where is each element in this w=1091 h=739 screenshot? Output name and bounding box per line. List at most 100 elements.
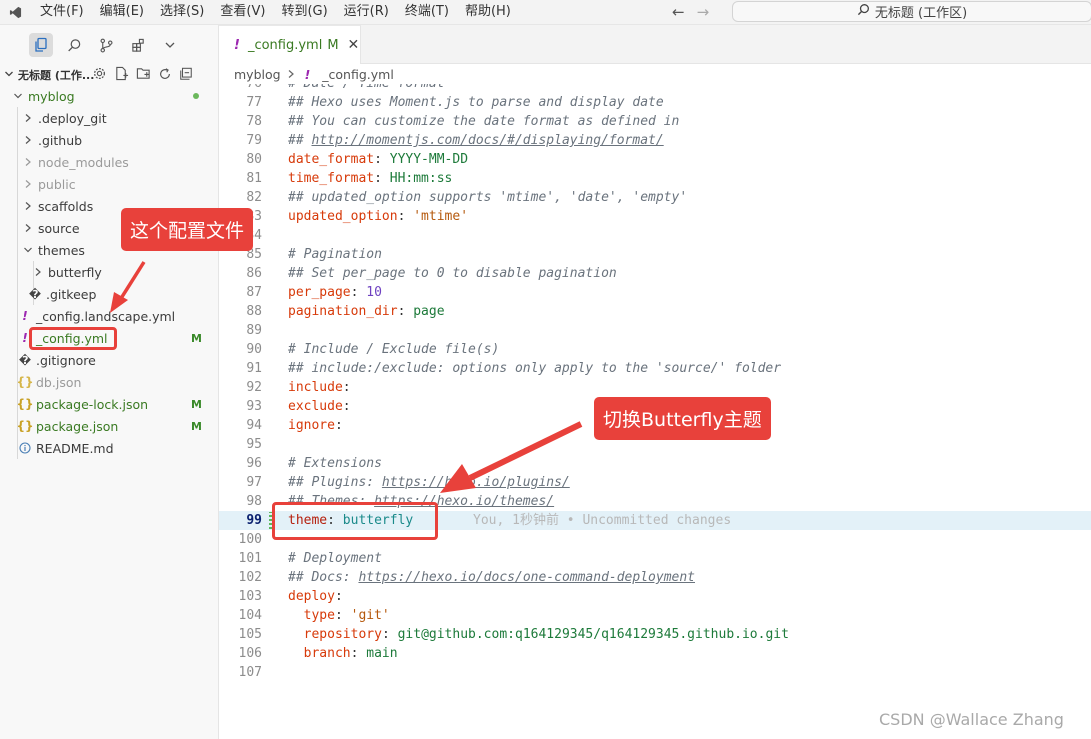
code-line[interactable]: 87 per_page: 10 xyxy=(219,283,1091,302)
chevron-right-icon xyxy=(287,67,295,82)
chevron-right-icon xyxy=(22,157,34,167)
tree-item-readme[interactable]: README.md xyxy=(0,437,236,459)
unknown-file-icon: � xyxy=(18,353,32,367)
menu-item[interactable]: 编辑(E) xyxy=(92,0,152,24)
editor-tab-strip: ! _config.yml M ✕ xyxy=(219,25,1091,64)
code-line[interactable]: 86 ## Set per_page to 0 to disable pagina… xyxy=(219,264,1091,283)
code-token: : xyxy=(350,646,367,661)
info-icon xyxy=(18,442,32,454)
code-line[interactable]: 82 ## updated_option supports 'mtime', 'd… xyxy=(219,188,1091,207)
tree-item-config-landscape[interactable]: ! _config.landscape.yml xyxy=(0,305,236,327)
code-line[interactable]: 88 pagination_dir: page xyxy=(219,302,1091,321)
tree-item-db-json[interactable]: {} db.json xyxy=(0,371,236,393)
code-line[interactable]: 97 ## Plugins: https://hexo.io/plugins/ xyxy=(219,473,1091,492)
command-center[interactable]: 无标题 (工作区) xyxy=(732,1,1091,22)
explorer-files-icon[interactable] xyxy=(29,33,53,57)
code-line[interactable]: 77 ## Hexo uses Moment.js to parse and di… xyxy=(219,93,1091,112)
code-token: ## xyxy=(288,133,312,148)
tree-item-deploy-git[interactable]: .deploy_git xyxy=(0,107,240,129)
code-line[interactable]: 83 updated_option: 'mtime' xyxy=(219,207,1091,226)
code-line[interactable]: 89 xyxy=(219,321,1091,340)
yaml-file-icon: ! xyxy=(22,309,28,323)
code-line[interactable]: 107 xyxy=(219,663,1091,682)
tree-item-public[interactable]: public xyxy=(0,173,240,195)
code-text: time_format: HH:mm:ss xyxy=(288,169,452,188)
workspace-header[interactable]: 无标题 (工作... xyxy=(0,65,218,85)
tree-item-label: .deploy_git xyxy=(38,110,107,126)
tree-item-myblog[interactable]: myblog xyxy=(0,85,230,107)
tree-item-gitkeep[interactable]: � .gitkeep xyxy=(0,283,246,305)
code-line[interactable]: 84 xyxy=(219,226,1091,245)
tree-item-gitignore[interactable]: � .gitignore xyxy=(0,349,236,371)
menu-item[interactable]: 运行(R) xyxy=(336,0,397,24)
code-line[interactable]: 105 repository: git@github.com:q16412934… xyxy=(219,625,1091,644)
code-line[interactable]: 91 ## include:/exclude: options only appl… xyxy=(219,359,1091,378)
code-line[interactable]: 96 # Extensions xyxy=(219,454,1091,473)
tree-item-package-json[interactable]: {} package.json M xyxy=(0,415,236,437)
menu-item[interactable]: 选择(S) xyxy=(152,0,212,24)
new-file-icon[interactable] xyxy=(114,66,129,84)
code-line[interactable]: 79 ## http://momentjs.com/docs/#/displayi… xyxy=(219,131,1091,150)
tree-item-butterfly[interactable]: butterfly xyxy=(0,261,250,283)
code-text: ## Set per_page to 0 to disable paginati… xyxy=(288,264,617,283)
collapse-all-icon[interactable] xyxy=(179,67,193,84)
line-number: 94 xyxy=(246,418,262,433)
tree-item-package-lock[interactable]: {} package-lock.json M xyxy=(0,393,236,415)
code-text: ## include:/exclude: options only apply … xyxy=(288,359,781,378)
code-line[interactable]: 104 type: 'git' xyxy=(219,606,1091,625)
code-text: date_format: YYYY-MM-DD xyxy=(288,150,468,169)
menu-item[interactable]: 文件(F) xyxy=(32,0,92,24)
new-folder-icon[interactable] xyxy=(136,66,151,84)
code-line[interactable]: 90 # Include / Exclude file(s) xyxy=(219,340,1091,359)
breadcrumb-file[interactable]: _config.yml xyxy=(322,67,394,82)
breadcrumb-folder[interactable]: myblog xyxy=(234,67,281,82)
tree-item-github[interactable]: .github xyxy=(0,129,240,151)
tab-label: _config.yml xyxy=(247,37,323,53)
menu-item[interactable]: 转到(G) xyxy=(273,0,335,24)
chevron-right-icon xyxy=(22,223,34,233)
yaml-file-icon: ! xyxy=(304,66,311,82)
code-line[interactable]: 106 branch: main xyxy=(219,644,1091,663)
code-token: https://hexo.io/plugins/ xyxy=(381,475,570,490)
code-text: # Include / Exclude file(s) xyxy=(288,340,499,359)
back-arrow-icon[interactable]: ← xyxy=(672,3,685,21)
watermark: CSDN @Wallace Zhang xyxy=(879,710,1064,729)
code-line[interactable]: 92 include: xyxy=(219,378,1091,397)
line-number: 87 xyxy=(246,285,262,300)
code-token: 'mtime' xyxy=(413,209,469,224)
refresh-icon[interactable] xyxy=(158,67,172,84)
search-icon[interactable] xyxy=(64,35,84,55)
code-line[interactable]: 76 # Date / Time format xyxy=(219,84,1091,93)
line-number: 103 xyxy=(238,589,262,604)
callout-config-file: 这个配置文件 xyxy=(121,208,254,251)
source-control-icon[interactable] xyxy=(96,35,116,55)
code-line[interactable]: 102 ## Docs: https://hexo.io/docs/one-com… xyxy=(219,568,1091,587)
forward-arrow-icon[interactable]: → xyxy=(697,3,710,21)
gear-icon[interactable] xyxy=(92,66,107,84)
tree-item-label: .gitkeep xyxy=(46,286,97,302)
extensions-icon[interactable] xyxy=(128,35,148,55)
code-text: # Deployment xyxy=(288,549,382,568)
code-line[interactable]: 81 time_format: HH:mm:ss xyxy=(219,169,1091,188)
tree-item-node-modules[interactable]: node_modules xyxy=(0,151,240,173)
close-icon[interactable]: ✕ xyxy=(348,37,360,53)
code-line[interactable]: 103 deploy: xyxy=(219,587,1091,606)
code-text: # Date / Time format xyxy=(288,84,445,93)
menu-item[interactable]: 终端(T) xyxy=(397,0,457,24)
chevron-down-icon[interactable] xyxy=(160,35,180,55)
highlight-box-config-file xyxy=(29,327,117,350)
code-line[interactable]: 78 ## You can customize the date format a… xyxy=(219,112,1091,131)
tab-config-yml[interactable]: ! _config.yml M ✕ xyxy=(219,25,361,64)
code-token: page xyxy=(413,304,445,319)
code-line[interactable]: 80 date_format: YYYY-MM-DD xyxy=(219,150,1091,169)
code-line[interactable]: 85 # Pagination xyxy=(219,245,1091,264)
code-line[interactable]: 101 # Deployment xyxy=(219,549,1091,568)
code-token: repository xyxy=(303,627,382,642)
nav-arrows: ← → xyxy=(672,0,709,24)
line-number: 96 xyxy=(246,456,262,471)
menu-item[interactable]: 帮助(H) xyxy=(457,0,519,24)
code-token: # Deployment xyxy=(288,551,382,566)
tree-item-label: themes xyxy=(38,242,85,258)
code-token: : xyxy=(342,399,351,414)
menu-item[interactable]: 查看(V) xyxy=(212,0,273,24)
